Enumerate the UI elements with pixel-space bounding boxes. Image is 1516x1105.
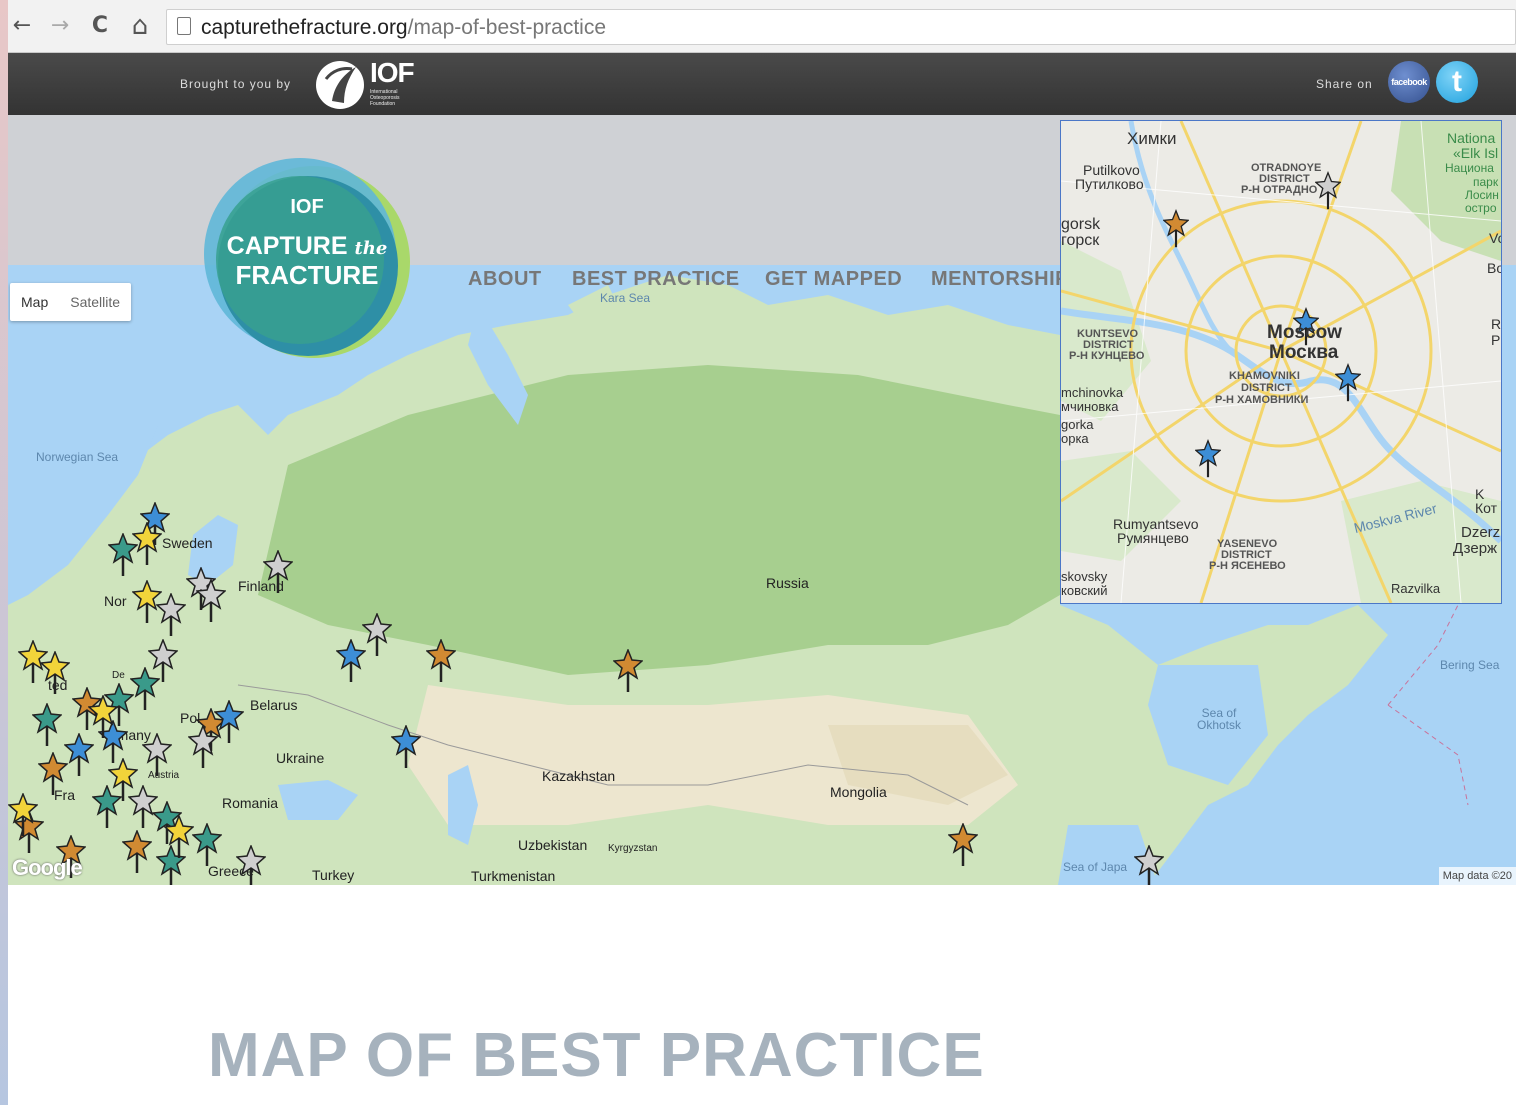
inset-label-national-1: Nationa [1447,130,1496,146]
inset-label-kot: Кот [1475,500,1498,516]
url-text: capturethefracture.org/map-of-best-pract… [201,16,606,40]
share-label: Share on [1316,77,1373,91]
map-data-credit[interactable]: Map data ©20 [1438,867,1516,885]
site-topbar: Brought to you by IOF International Oste… [8,53,1516,115]
inset-label-otradnoye-3: Р-Н ОТРАДНО [1241,184,1318,196]
inset-label-moscow-ru: Москва [1269,342,1339,363]
address-bar[interactable]: capturethefracture.org/map-of-best-pract… [166,9,1516,45]
brought-by-label: Brought to you by [180,77,292,91]
inset-label-khamovniki-3: Р-Н ХАМОВНИКИ [1215,394,1309,406]
inset-label-rumyantsevo-ru: Румянцево [1117,530,1189,546]
inset-label-dzerzh-ru: Дзерж [1453,540,1498,557]
nav-get-mapped[interactable]: GET MAPPED [765,268,902,291]
inset-label-razvilka: Razvilka [1391,581,1441,596]
inset-label-bo: Bo [1487,260,1501,276]
capture-logo-capture: CAPTURE the [196,232,418,261]
back-icon[interactable]: ← [8,12,36,40]
inset-label-skovsky-ru: ковский [1061,583,1108,598]
reload-icon[interactable]: C [86,12,114,40]
inset-label-p: P [1491,332,1501,348]
moscow-inset-map[interactable]: Химки Putilkovo Путилково OTRADNOYE DIST… [1060,120,1502,604]
inset-label-gorsk-ru: горск [1061,232,1100,249]
browser-toolbar: ← → C ⌂ capturethefracture.org/map-of-be… [8,0,1516,53]
home-icon[interactable]: ⌂ [126,12,154,40]
marker-orange[interactable] [14,639,978,879]
desktop-background [0,0,8,1105]
capture-logo-fracture: FRACTURE [235,260,379,290]
inset-label-national-3: Национа [1445,161,1494,175]
map-button[interactable]: Map [10,283,59,321]
marker-teal[interactable] [32,533,222,885]
iof-logo-text: IOF [370,57,415,88]
inset-label-mchinovka: mchinovka [1061,385,1124,400]
facebook-share-button[interactable]: facebook [1388,61,1430,103]
inset-label-mchinovka-ru: мчиновка [1061,399,1119,414]
inset-label-khamovniki-1: KHAMOVNIKI [1229,370,1300,382]
inset-label-national-2: «Elk Isl [1453,145,1499,161]
inset-label-gorsk: gorsk [1061,216,1101,233]
map-type-toggle: Map Satellite [10,283,132,321]
page-icon [177,17,191,35]
iof-logo-subtitle: International Osteoporosis Foundation [370,89,400,107]
capture-the-fracture-logo[interactable]: IOF CAPTURE the FRACTURE [196,156,418,368]
marker-grey[interactable] [128,550,1164,885]
inset-label-national-6: остро [1465,201,1497,215]
capture-logo-iof: IOF [290,196,324,218]
browser-window: ← → C ⌂ capturethefracture.org/map-of-be… [8,0,1516,1105]
nav-mentorship[interactable]: MENTORSHIP [931,268,1069,291]
inset-label-dzerzh: Dzerz [1461,524,1501,541]
satellite-button[interactable]: Satellite [59,283,131,321]
url-domain: capturethefracture.org [201,16,408,39]
inset-label-khimki: Химки [1127,129,1177,148]
capture-logo-the-word: the [354,238,388,259]
url-path: /map-of-best-practice [407,16,607,39]
forward-icon[interactable]: → [46,12,74,40]
inset-label-vo: Vo [1489,230,1501,246]
nav-best-practice[interactable]: BEST PRACTICE [572,268,740,291]
inset-label-gorka: gorka [1061,417,1094,432]
inset-label-khamovniki-2: DISTRICT [1241,382,1292,394]
iof-logo[interactable]: IOF International Osteoporosis Foundatio… [312,57,422,111]
inset-label-skovsky: skovsky [1061,569,1108,584]
page-title: MAP OF BEST PRACTICE [208,1021,985,1090]
inset-label-moscow: Moscow [1267,322,1342,343]
google-logo: Google [12,855,83,880]
capture-logo-capture-word: CAPTURE [226,232,348,260]
nav-about[interactable]: ABOUT [468,268,542,291]
inset-label-kuntsevo-3: Р-Н КУНЦЕВО [1069,350,1145,362]
inset-label-gorka-ru: орка [1061,431,1089,446]
twitter-share-button[interactable]: t [1436,61,1478,103]
inset-label-putilkovo-ru: Путилково [1075,176,1144,192]
inset-label-yasenevo-3: Р-Н ЯСЕНЕВО [1209,560,1286,572]
inset-label-r: R [1491,316,1502,332]
